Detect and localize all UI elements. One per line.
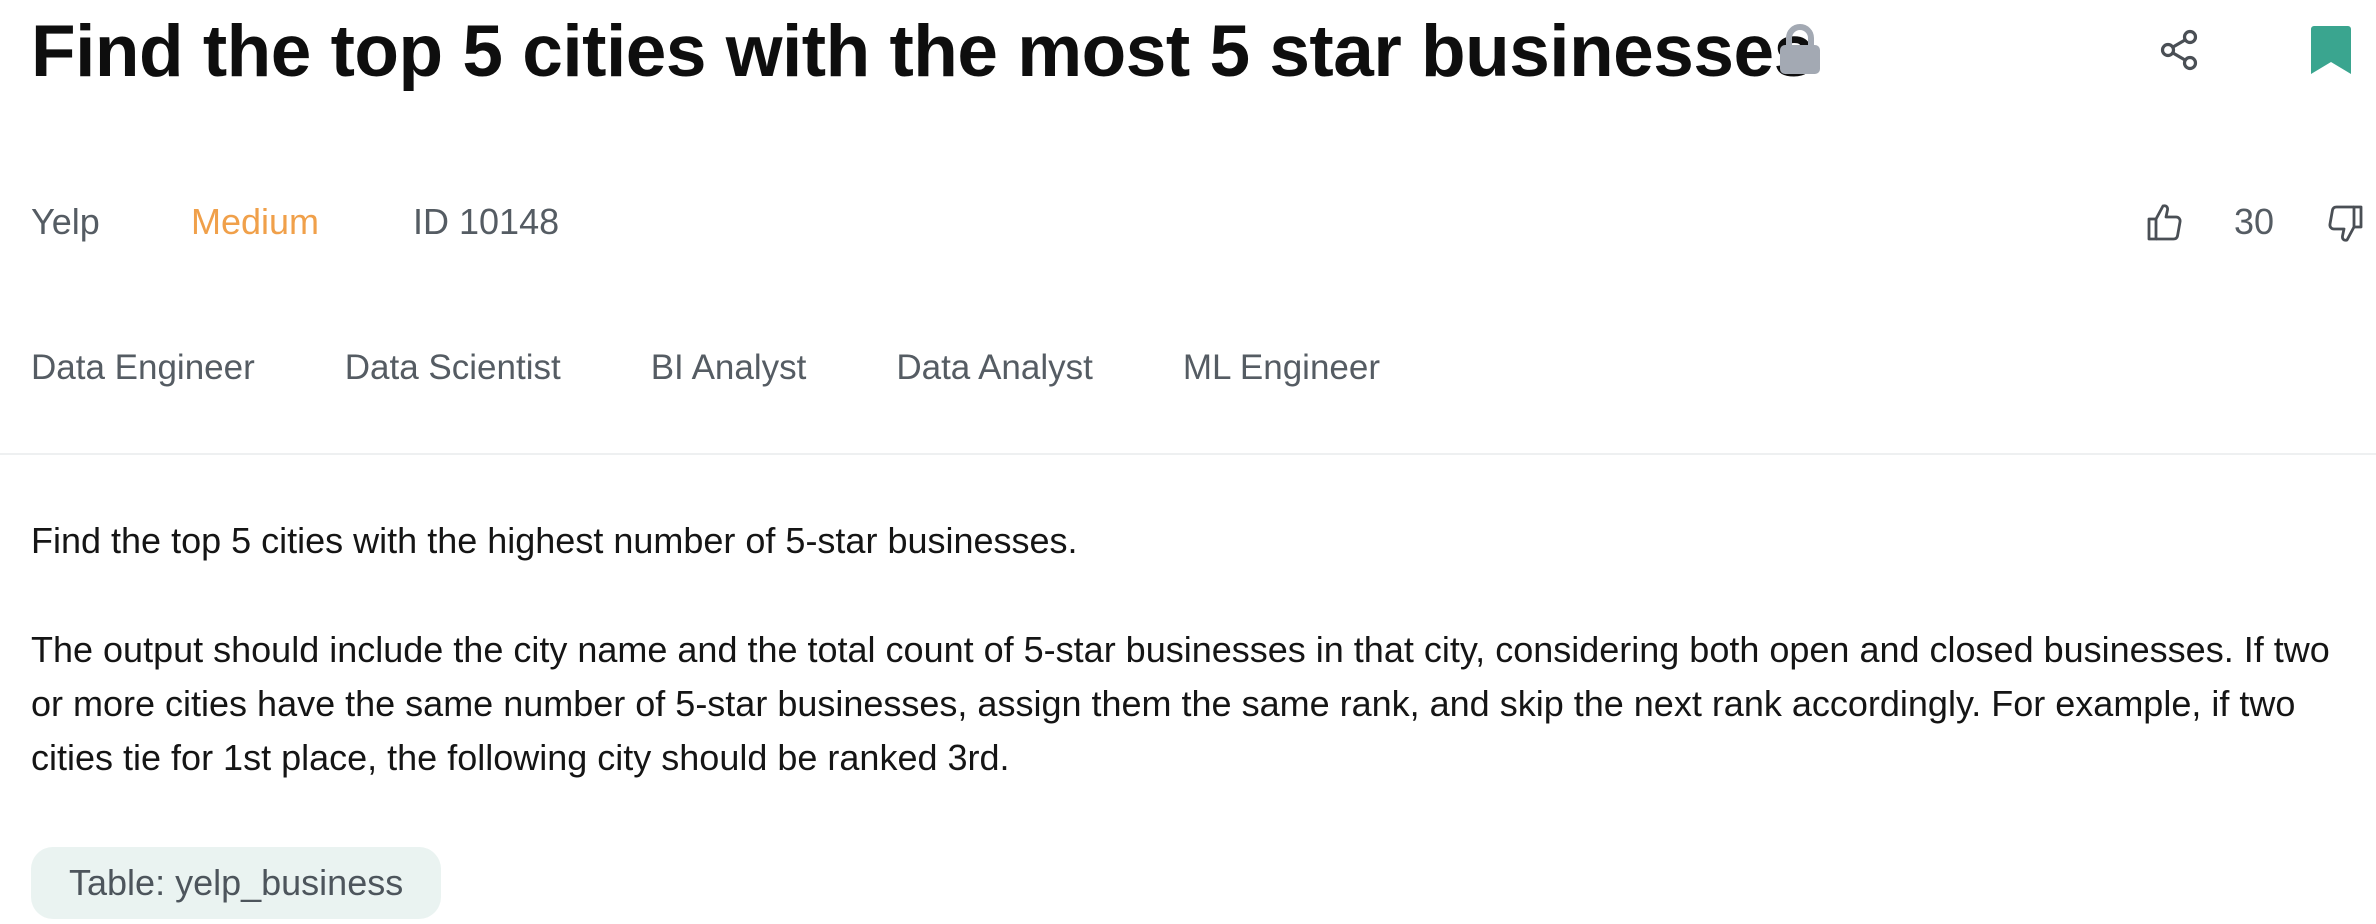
lock-icon	[1780, 24, 1820, 74]
question-description-details: The output should include the city name …	[31, 629, 2330, 778]
thumbs-down-icon[interactable]	[2328, 204, 2364, 244]
role-tag-bi-analyst[interactable]: BI Analyst	[651, 342, 807, 394]
question-page: Find the top 5 cities with the most 5 st…	[0, 0, 2376, 924]
thumbs-up-icon[interactable]	[2146, 202, 2182, 242]
role-tag-data-engineer[interactable]: Data Engineer	[31, 342, 255, 394]
share-icon[interactable]	[2156, 26, 2204, 74]
bookmark-icon[interactable]	[2308, 22, 2354, 78]
question-title: Find the top 5 cities with the most 5 st…	[31, 11, 1814, 92]
question-id: ID 10148	[413, 201, 560, 242]
question-description-intro: Find the top 5 cities with the highest n…	[31, 520, 1078, 561]
difficulty-badge: Medium	[191, 201, 320, 242]
company-label: Yelp	[31, 201, 100, 242]
role-tag-ml-engineer[interactable]: ML Engineer	[1183, 342, 1380, 394]
vote-count: 30	[2234, 201, 2275, 242]
role-tag-data-analyst[interactable]: Data Analyst	[896, 342, 1093, 394]
role-tag-data-scientist[interactable]: Data Scientist	[345, 342, 561, 394]
section-divider	[0, 453, 2376, 455]
table-chip[interactable]: Table: yelp_business	[31, 847, 442, 919]
role-tags: Data Engineer Data Scientist BI Analyst …	[31, 342, 1380, 394]
